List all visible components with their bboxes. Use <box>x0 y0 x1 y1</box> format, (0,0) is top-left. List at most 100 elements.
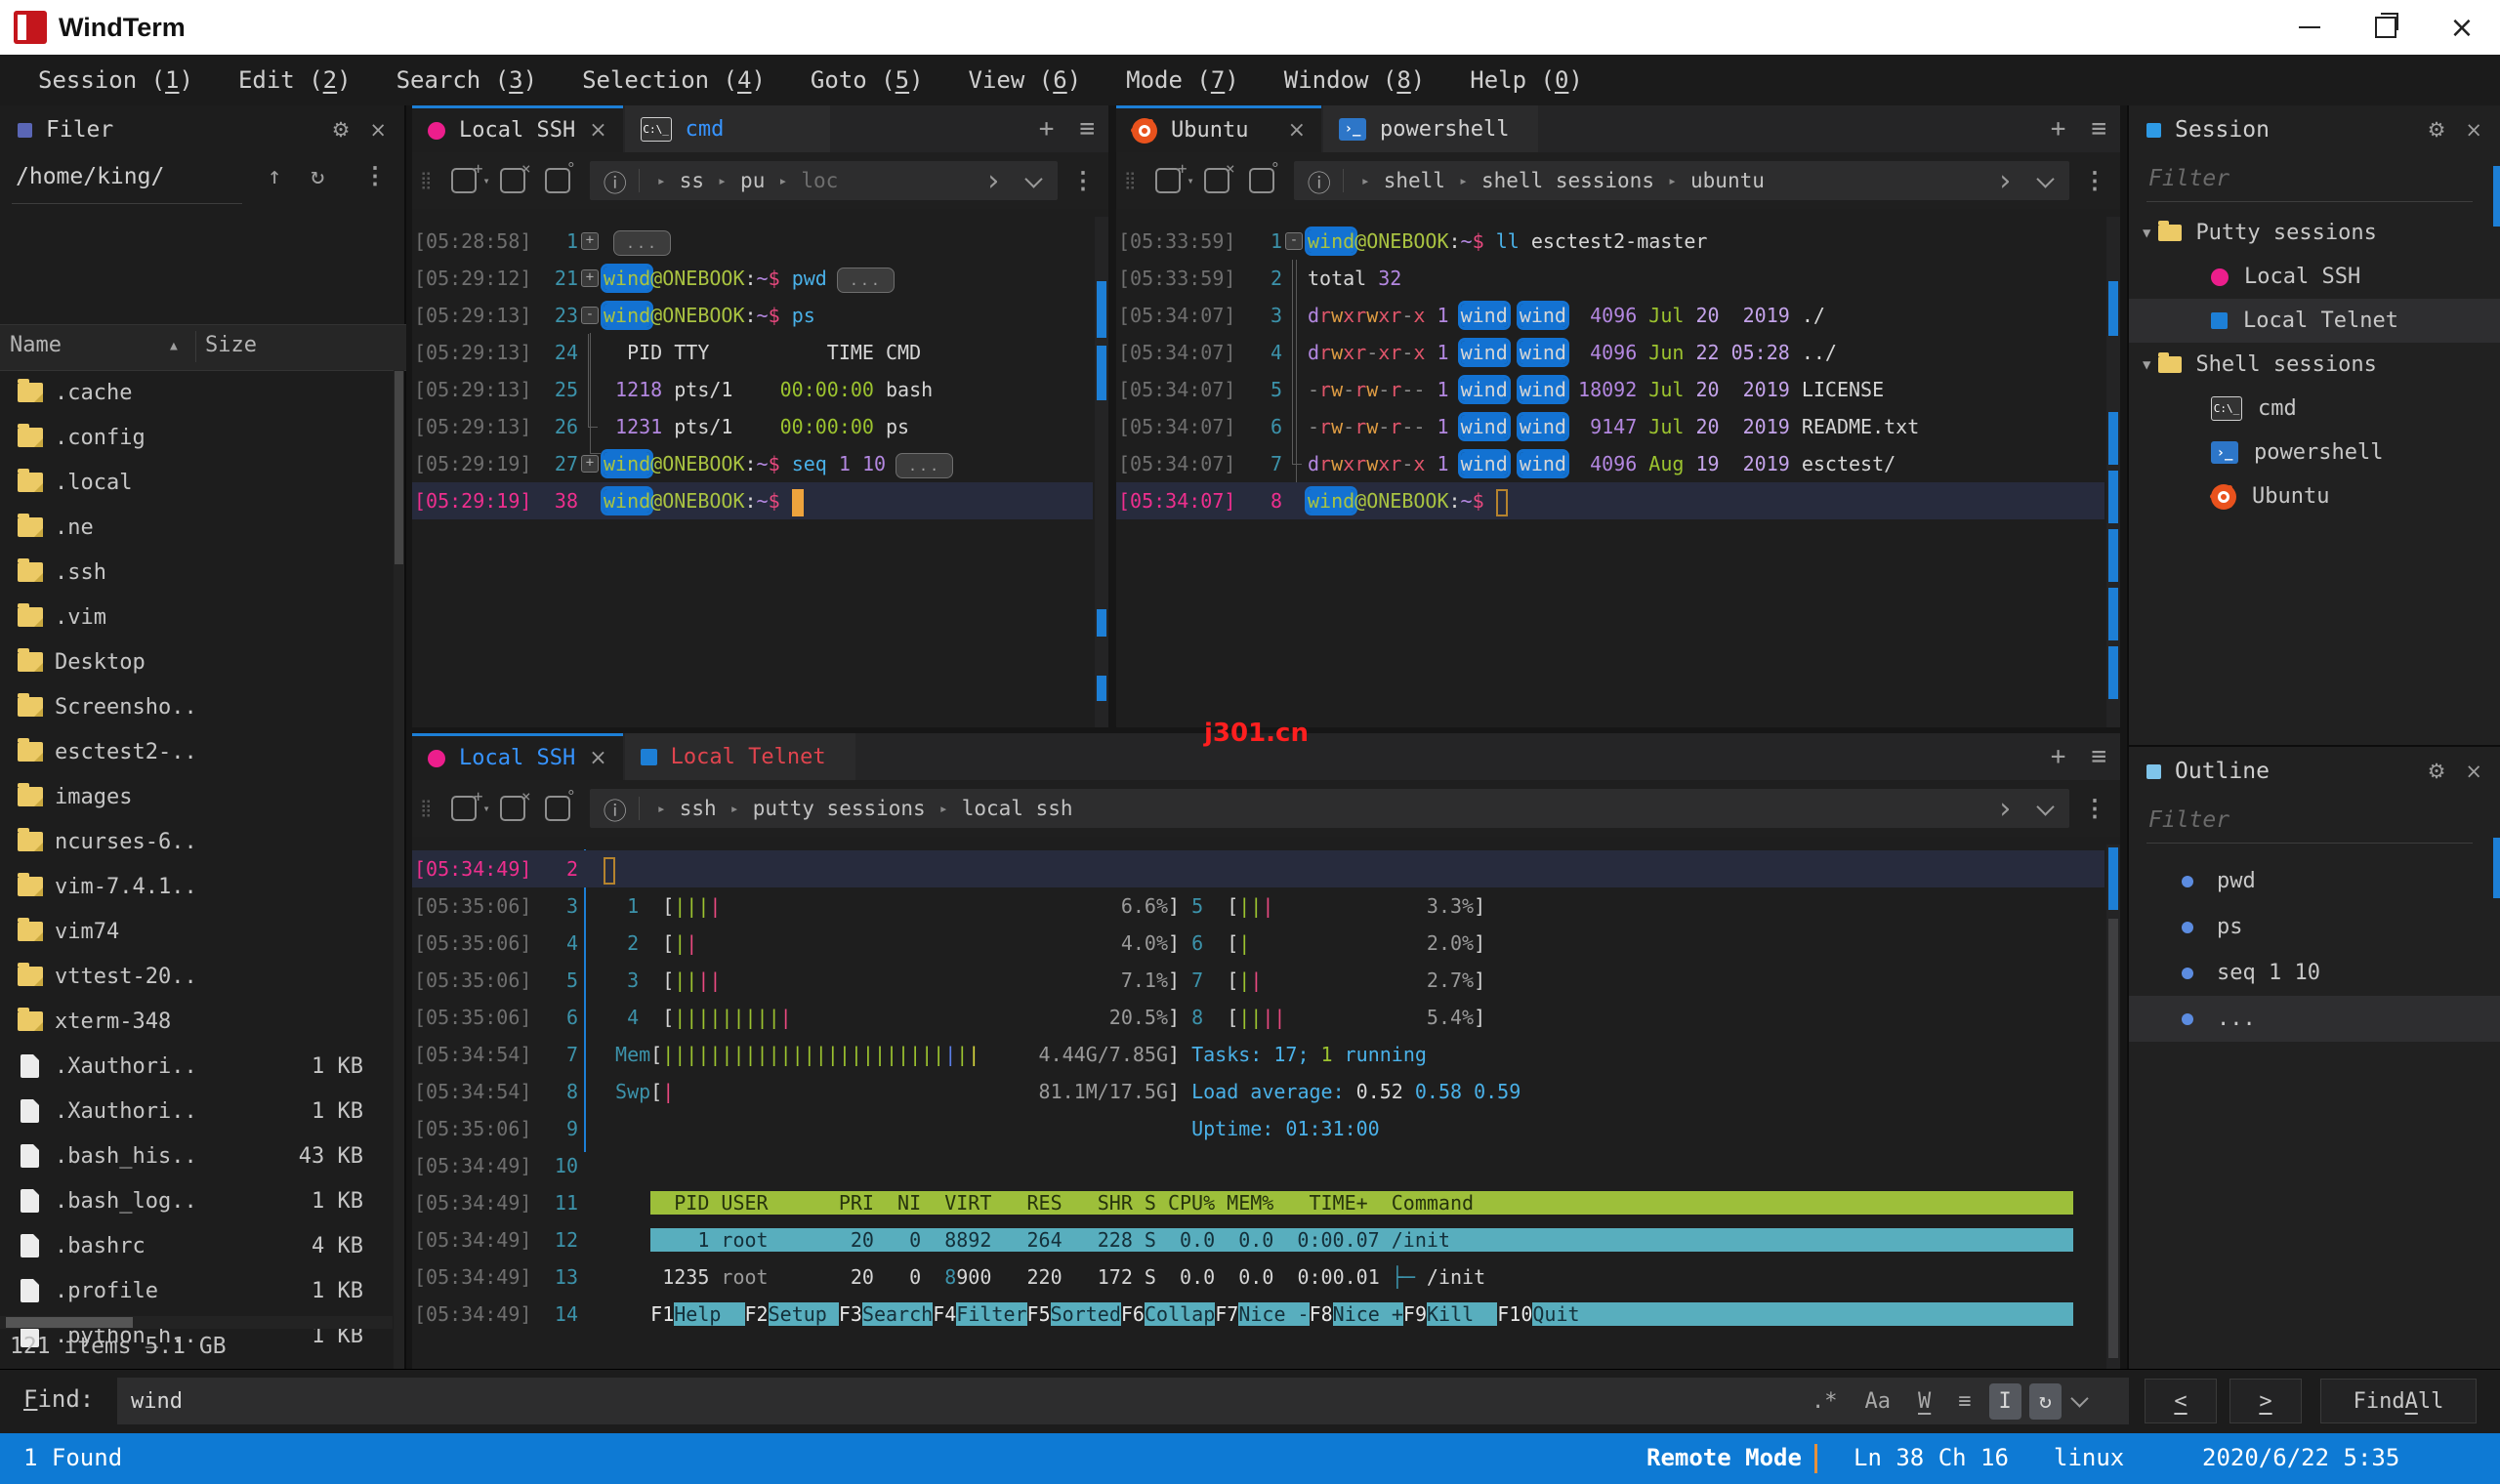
tab-ubuntu[interactable]: Ubuntu × <box>1116 105 1321 152</box>
outline-item[interactable]: ps <box>2129 904 2500 950</box>
system-type[interactable]: linux <box>2054 1444 2124 1471</box>
find-option-whole-word[interactable]: W <box>1908 1383 1940 1420</box>
new-tab-plus-icon[interactable]: + <box>1039 114 1055 144</box>
pane-more-icon[interactable]: ⋮ <box>2083 795 2106 822</box>
session-item-ubuntu[interactable]: Ubuntu <box>2129 474 2500 518</box>
breadcrumb-item[interactable]: shell sessions <box>1481 169 1654 192</box>
outline-settings-gear-icon[interactable]: ⚙ <box>2428 760 2446 783</box>
expand-chevron-icon[interactable]: › <box>1996 164 2014 198</box>
expand-chevron-icon[interactable]: › <box>1996 792 2014 826</box>
session-group-putty-sessions[interactable]: ▼ Putty sessions <box>2129 211 2500 255</box>
fold-marker[interactable] <box>578 260 604 297</box>
tab-close-icon[interactable]: × <box>1288 118 1306 143</box>
expand-chevron-icon[interactable]: › <box>984 164 1002 198</box>
file-row[interactable]: .ssh <box>0 550 393 595</box>
file-row[interactable]: images <box>0 774 393 819</box>
tab-local-ssh[interactable]: Local SSH × <box>412 105 623 152</box>
address-bar[interactable]: ⓘ ▸ ssh ▸ putty sessions ▸ local ssh › <box>589 789 2069 828</box>
session-item-local-ssh[interactable]: Local SSH <box>2129 255 2500 299</box>
file-row[interactable]: .cache <box>0 370 393 415</box>
reopen-session-icon[interactable] <box>544 787 576 821</box>
menu-mode[interactable]: Mode (7) <box>1104 55 1262 105</box>
info-icon[interactable]: ⓘ <box>604 164 627 198</box>
filer-horizontal-scrollbar[interactable] <box>0 1316 393 1329</box>
find-option-in-lines[interactable]: ≡ <box>1948 1383 1980 1420</box>
fold-marker[interactable] <box>1282 223 1308 260</box>
new-tab-plus-icon[interactable]: + <box>2051 114 2066 144</box>
breadcrumb-item[interactable]: local ssh <box>962 797 1073 820</box>
file-row[interactable]: vim-7.4.1.. <box>0 864 393 909</box>
bottom-pane-content[interactable]: [05:34:49] 2 [05:35:06] 3 1 [|||| 6.6%] 5 [… <box>412 837 2104 1369</box>
tab-cmd[interactable]: cmd <box>624 105 830 152</box>
session-close-icon[interactable]: × <box>2465 118 2482 142</box>
menu-help[interactable]: Help (0) <box>1447 55 1605 105</box>
maximize-button[interactable] <box>2348 0 2424 55</box>
cursor-position[interactable]: Ln 38 Ch 16 <box>1854 1444 2009 1471</box>
filer-vertical-scrollbar[interactable] <box>394 370 404 1422</box>
find-option-wrap-around[interactable]: ↻ <box>2028 1382 2062 1420</box>
session-item-cmd[interactable]: cmd <box>2129 387 2500 431</box>
file-row[interactable]: Desktop <box>0 639 393 684</box>
close-session-icon[interactable] <box>499 159 531 193</box>
breadcrumb-item[interactable]: ss <box>680 169 704 192</box>
menu-window[interactable]: Window (8) <box>1262 55 1448 105</box>
find-previous-button[interactable]: < <box>2145 1379 2217 1423</box>
breadcrumb-item[interactable]: loc <box>801 169 838 192</box>
breadcrumb-item[interactable]: ubuntu <box>1690 169 1765 192</box>
menu-goto[interactable]: Goto (5) <box>788 55 946 105</box>
top-left-pane-content[interactable]: [05:28:58]1...[05:29:12]21wind@ONEBOOK:~… <box>412 209 1093 727</box>
reopen-session-icon[interactable] <box>544 159 576 193</box>
outline-item[interactable]: pwd <box>2129 858 2500 904</box>
new-session-dropdown-icon[interactable]: ▾ <box>482 174 489 187</box>
session-filter-input[interactable] <box>2146 162 2473 202</box>
filer-more-icon[interactable]: ⋮ <box>363 162 387 189</box>
menu-selection[interactable]: Selection (4) <box>560 55 788 105</box>
tab-list-icon[interactable]: ≡ <box>1079 114 1095 144</box>
mode-indicator[interactable]: Remote Mode <box>1646 1444 1802 1471</box>
new-session-icon[interactable] <box>451 159 482 193</box>
session-item-powershell[interactable]: powershell <box>2129 431 2500 474</box>
find-option-match-case[interactable]: Aa <box>1855 1383 1901 1420</box>
pane-more-icon[interactable]: ⋮ <box>1071 167 1095 194</box>
up-directory-icon[interactable]: ↑ <box>268 162 281 189</box>
column-name[interactable]: Name <box>10 333 62 357</box>
find-next-button[interactable]: > <box>2229 1379 2302 1423</box>
filer-path[interactable]: /home/king/ <box>16 164 164 189</box>
address-bar[interactable]: ⓘ ▸ shell ▸ shell sessions ▸ ubuntu › <box>1293 161 2069 200</box>
address-dropdown-icon[interactable] <box>1024 169 1043 188</box>
file-row[interactable]: .Xauthori.. 1 KB <box>0 1044 393 1089</box>
file-row[interactable]: vttest-20.. <box>0 954 393 999</box>
column-size[interactable]: Size <box>205 333 257 357</box>
breadcrumb-item[interactable]: ssh <box>680 797 717 820</box>
new-session-icon[interactable] <box>1155 159 1187 193</box>
close-session-icon[interactable] <box>1203 159 1235 193</box>
outline-close-icon[interactable]: × <box>2465 760 2482 783</box>
menu-session[interactable]: Session (1) <box>16 55 216 105</box>
drag-handle-icon[interactable]: ⣿ <box>420 799 432 818</box>
refresh-icon[interactable]: ↻ <box>311 162 324 189</box>
session-item-local-telnet[interactable]: Local Telnet <box>2129 299 2500 343</box>
file-row[interactable]: .profile 1 KB <box>0 1268 393 1313</box>
file-row[interactable]: .ne <box>0 505 393 550</box>
outline-item[interactable]: seq 1 10 <box>2129 950 2500 996</box>
terminal-scrollbar[interactable] <box>2106 845 2120 1369</box>
new-tab-plus-icon[interactable]: + <box>2051 742 2066 771</box>
tab-list-icon[interactable]: ≡ <box>2091 742 2106 771</box>
menu-search[interactable]: Search (3) <box>374 55 561 105</box>
find-option-in-selection[interactable]: I <box>1988 1382 2021 1420</box>
top-right-pane-content[interactable]: [05:33:59]1wind@ONEBOOK:~$ ll esctest2-m… <box>1116 209 2104 727</box>
breadcrumb-item[interactable]: putty sessions <box>753 797 926 820</box>
breadcrumb-item[interactable]: pu <box>740 169 765 192</box>
drag-handle-icon[interactable]: ⣿ <box>1124 171 1136 190</box>
reopen-session-icon[interactable] <box>1248 159 1280 193</box>
file-row[interactable]: xterm-348 <box>0 999 393 1044</box>
fold-marker[interactable] <box>578 297 604 334</box>
tab-close-icon[interactable]: × <box>589 118 606 143</box>
drag-handle-icon[interactable]: ⣿ <box>420 171 432 190</box>
address-dropdown-icon[interactable] <box>2036 169 2055 188</box>
filer-settings-gear-icon[interactable]: ⚙ <box>332 118 351 142</box>
session-settings-gear-icon[interactable]: ⚙ <box>2428 118 2446 142</box>
info-icon[interactable]: ⓘ <box>1308 164 1331 198</box>
tab-list-icon[interactable]: ≡ <box>2091 114 2106 144</box>
close-session-icon[interactable] <box>499 787 531 821</box>
